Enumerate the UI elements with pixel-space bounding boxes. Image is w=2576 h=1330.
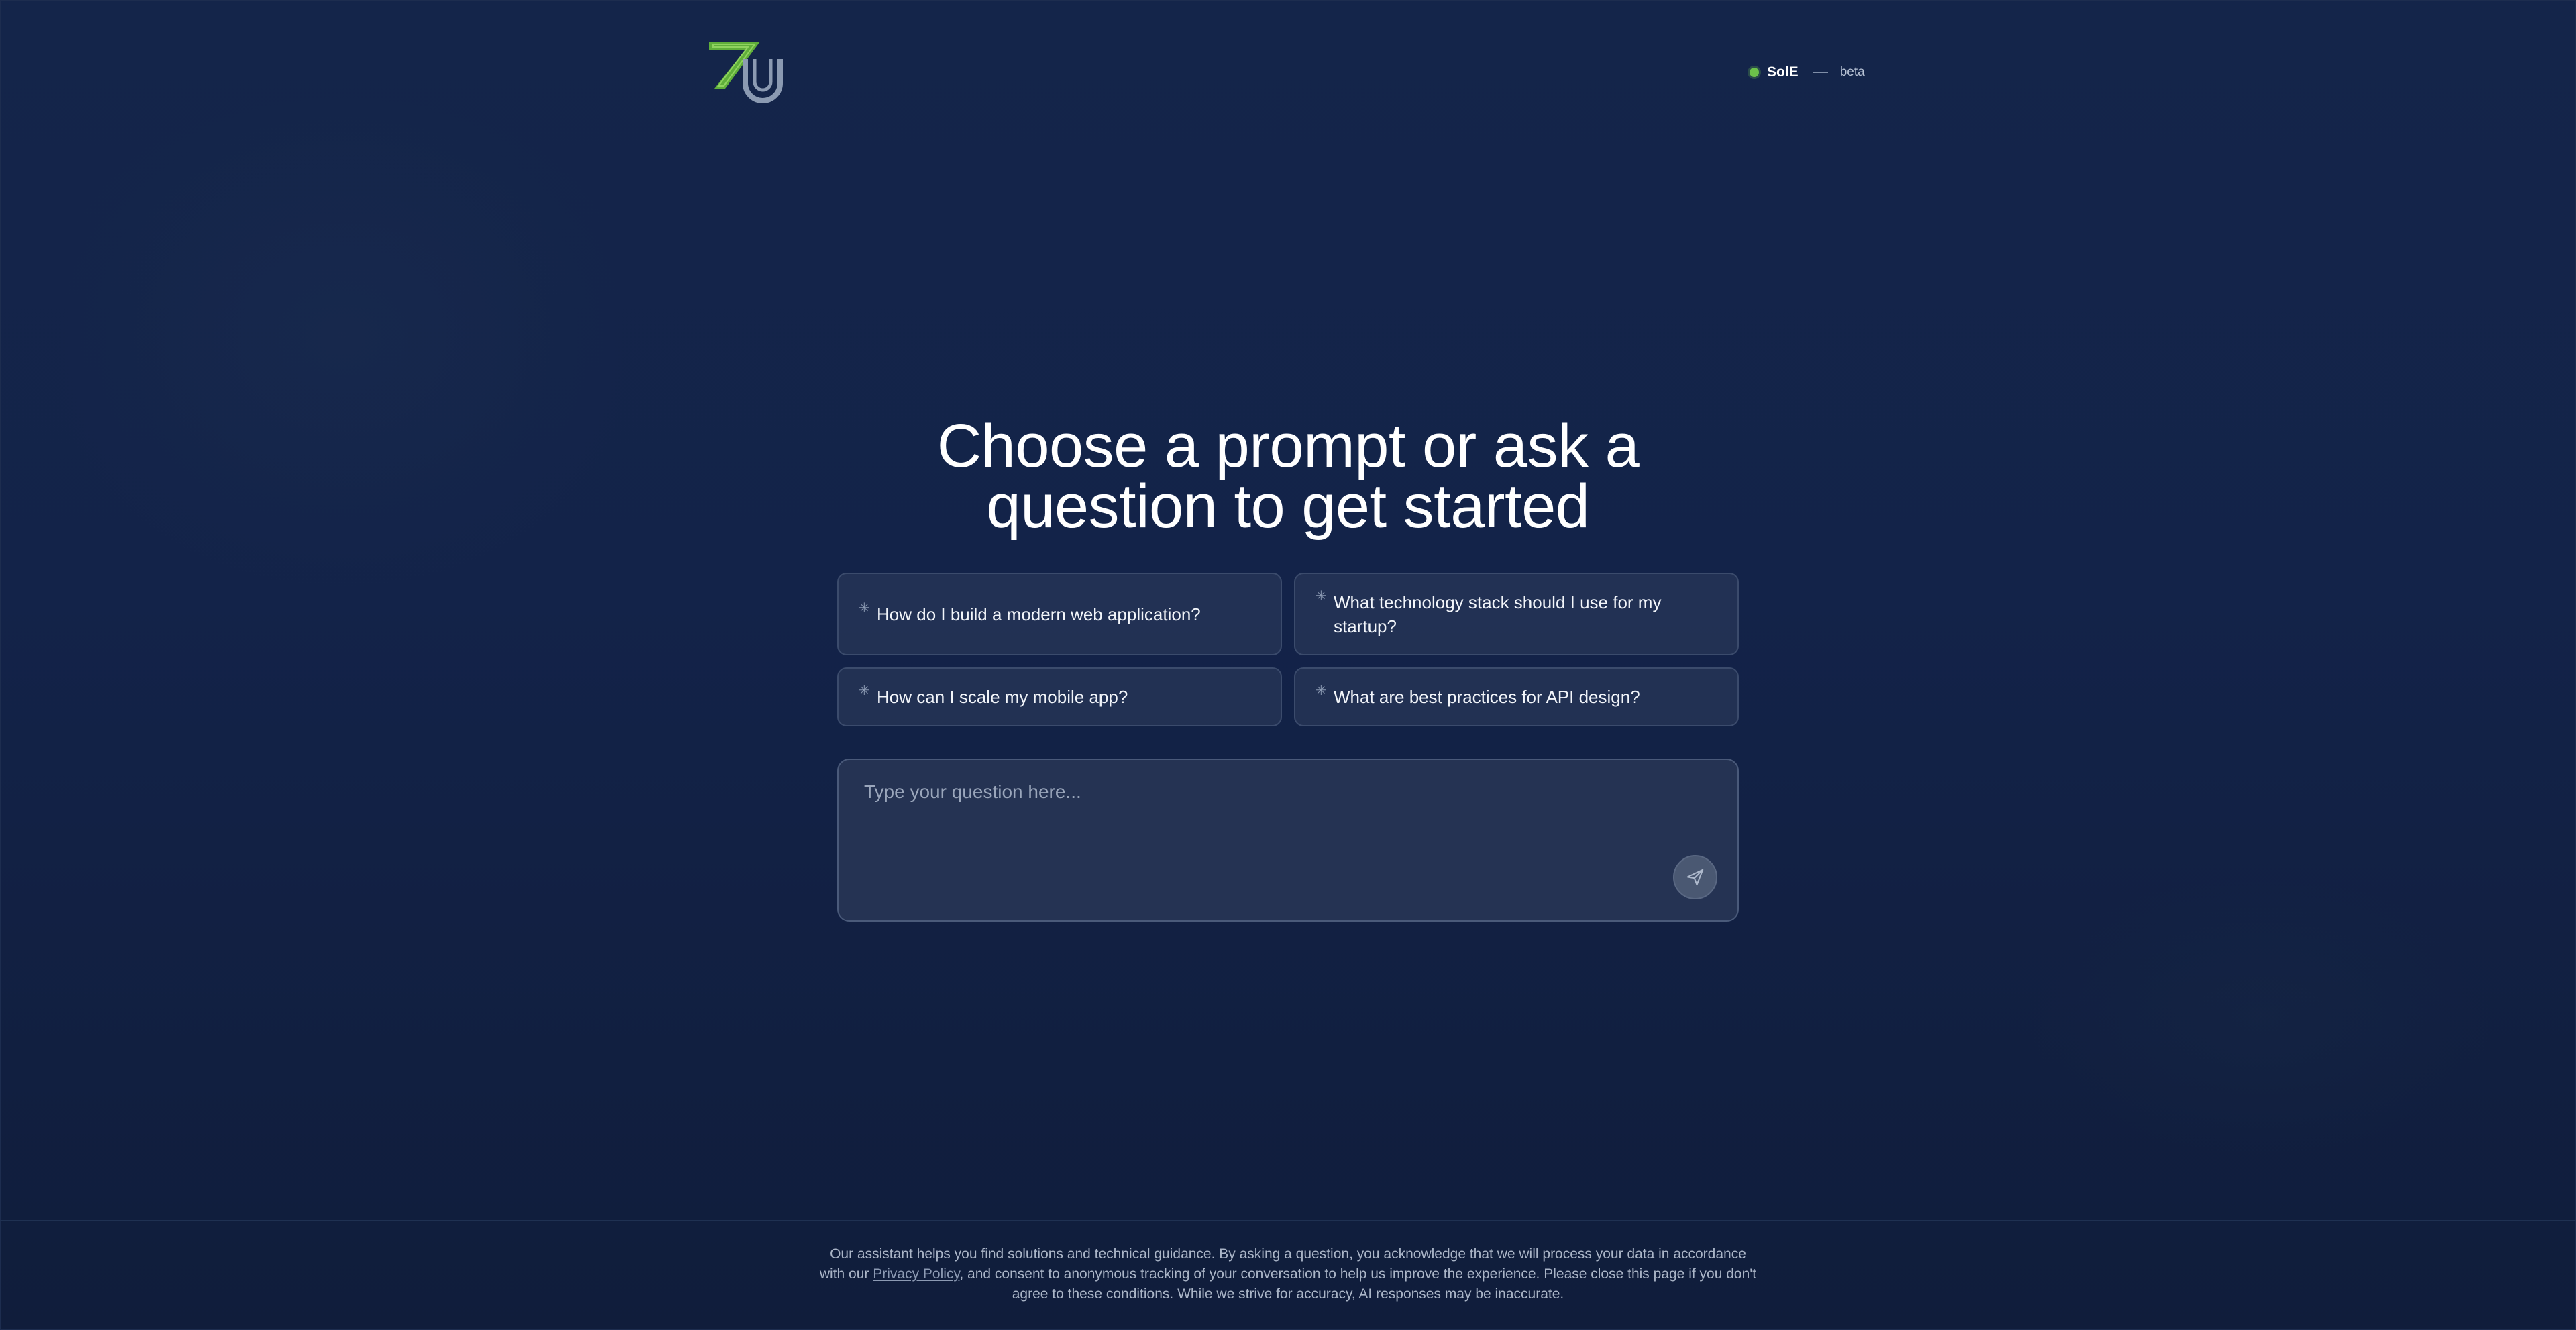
privacy-policy-link[interactable]: Privacy Policy [873,1266,959,1282]
page-headline: Choose a prompt or ask a question to get… [751,415,1825,537]
footer-divider [0,1220,2576,1221]
footer-disclaimer: Our assistant helps you find solutions a… [818,1244,1758,1305]
sparkle-icon: ✳ [859,683,870,698]
send-button[interactable] [1673,855,1717,899]
7u-logo-icon[interactable] [708,39,791,106]
assistant-name: SolE [1767,64,1799,80]
prompt-card-web-app[interactable]: ✳ How do I build a modern web applicatio… [837,573,1282,655]
separator-dash [1813,72,1828,73]
headline-line-2: question to get started [986,472,1590,541]
prompt-card-label: What technology stack should I use for m… [1334,592,1662,636]
sparkle-icon: ✳ [1316,588,1327,604]
prompt-card-label: How can I scale my mobile app? [877,687,1128,707]
prompt-card-label: What are best practices for API design? [1334,687,1640,707]
prompt-card-tech-stack[interactable]: ✳ What technology stack should I use for… [1294,573,1739,655]
question-input-container [837,759,1739,922]
online-status-dot-icon [1750,68,1759,77]
background-glow-secondary [2026,874,2496,1156]
disclaimer-text-end: , and consent to anonymous tracking of y… [959,1266,1757,1302]
sparkle-icon: ✳ [1316,683,1327,698]
prompt-card-api-design[interactable]: ✳ What are best practices for API design… [1294,667,1739,726]
prompt-card-label: How do I build a modern web application? [877,604,1201,624]
beta-badge: beta [1839,65,1865,79]
headline-line-1: Choose a prompt or ask a [936,412,1640,480]
sparkle-icon: ✳ [859,600,870,616]
status-indicator: SolE beta [1750,64,1865,80]
send-icon [1686,869,1704,886]
background-glow [40,80,644,590]
prompt-card-scale-mobile[interactable]: ✳ How can I scale my mobile app? [837,667,1282,726]
question-input[interactable] [863,780,1670,863]
